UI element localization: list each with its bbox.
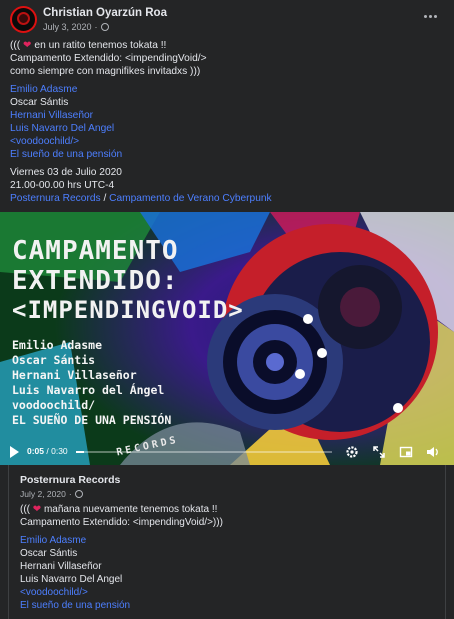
link-separator: / — [100, 193, 110, 204]
poster-name: Luis Navarro del Ángel — [12, 383, 165, 397]
globe-icon — [74, 490, 83, 498]
post-meta: July 3, 2020 · — [43, 22, 109, 32]
event-time: 21.00-00.00 hrs UTC-4 — [10, 180, 115, 191]
line-prefix: ((( — [10, 40, 21, 51]
settings-icon[interactable] — [345, 445, 359, 459]
page-link-campamento[interactable]: Campamento de Verano Cyberpunk — [109, 193, 272, 204]
progress-bar[interactable] — [76, 451, 332, 453]
artist-item[interactable]: Emilio Adasme — [10, 83, 77, 96]
volume-icon[interactable] — [426, 445, 440, 459]
fullscreen-icon[interactable] — [372, 445, 386, 459]
poster-name: Emilio Adasme — [12, 338, 103, 352]
avatar[interactable] — [10, 6, 37, 33]
heart-icon: ❤ — [32, 504, 42, 515]
feed-post: Christian Oyarzún Roa July 3, 2020 · (((… — [0, 0, 454, 619]
poster-name: voodoochild/ — [12, 398, 96, 412]
video-time: 0:05 / 0:30 — [27, 446, 68, 456]
shared-line-2: Campamento Extendido: <impendingVoid/>))… — [20, 517, 223, 528]
post-header: Christian Oyarzún Roa July 3, 2020 · — [8, 5, 448, 33]
line-prefix: ((( — [20, 504, 30, 515]
artist-item: Luis Navarro Del Angel — [20, 574, 123, 585]
poster-title-2: EXTENDIDO: — [12, 266, 179, 296]
more-options-icon[interactable] — [422, 11, 438, 21]
page-links: Posternura Records / Campamento de Veran… — [10, 192, 272, 205]
artist-item: Oscar Sántis — [20, 548, 78, 559]
heart-icon: ❤ — [23, 40, 32, 51]
shared-post: Posternura Records July 2, 2020 · ((( ❤ … — [8, 465, 446, 619]
video-player[interactable]: CAMPAMENTO EXTENDIDO: <IMPENDINGVOID> Em… — [0, 212, 454, 465]
picture-in-picture-icon[interactable] — [399, 445, 413, 459]
shared-date[interactable]: July 2, 2020 — [20, 489, 66, 499]
post-author[interactable]: Christian Oyarzún Roa — [43, 7, 167, 19]
meta-separator: · — [94, 22, 98, 32]
globe-icon — [100, 23, 109, 31]
poster-title-1: CAMPAMENTO — [12, 236, 179, 266]
video-controls: 0:05 / 0:30 — [0, 441, 454, 463]
poster-title-3: <IMPENDINGVOID> — [12, 296, 244, 324]
artist-item[interactable]: Luis Navarro Del Angel — [10, 122, 114, 135]
shared-meta: July 2, 2020 · — [20, 489, 83, 499]
post-line-2: Campamento Extendido: <impendingVoid/> — [10, 53, 207, 64]
poster-name: EL SUEÑO DE UNA PENSIÓN — [12, 413, 172, 427]
post-line-1: ((( ❤ en un ratito tenemos tokata !! — [10, 39, 166, 52]
post-line-3: como siempre con magnifikes invitadxs ))… — [10, 66, 201, 77]
poster-name: Hernani Villaseñor — [12, 368, 137, 382]
artist-item: Hernani Villaseñor — [20, 561, 102, 572]
line-text: mañana nuevamente tenemos tokata !! — [43, 504, 218, 515]
artist-item[interactable]: Emilio Adasme — [20, 534, 86, 547]
artist-item[interactable]: <voodoochild/> — [10, 135, 79, 148]
artist-item: Oscar Sántis — [10, 97, 69, 108]
shared-author[interactable]: Posternura Records — [20, 474, 120, 486]
progress-fill — [76, 451, 84, 453]
shared-line-1: ((( ❤ mañana nuevamente tenemos tokata !… — [20, 503, 217, 516]
poster-name: Oscar Sántis — [12, 353, 96, 367]
artist-item[interactable]: El sueño de una pensión — [10, 148, 122, 161]
artist-item[interactable]: <voodoochild/> — [20, 586, 88, 599]
line-text: en un ratito tenemos tokata !! — [34, 40, 167, 51]
artist-item[interactable]: Hernani Villaseñor — [10, 109, 93, 122]
meta-separator: · — [68, 489, 72, 499]
current-time: 0:05 — [27, 446, 45, 456]
page-link-posternura[interactable]: Posternura Records — [10, 193, 101, 204]
post-date[interactable]: July 3, 2020 — [43, 22, 92, 32]
event-date: Viernes 03 de Julio 2020 — [10, 167, 122, 178]
duration: 0:30 — [51, 446, 68, 456]
play-icon[interactable] — [10, 446, 19, 458]
artist-item[interactable]: El sueño de una pensión — [20, 599, 130, 612]
